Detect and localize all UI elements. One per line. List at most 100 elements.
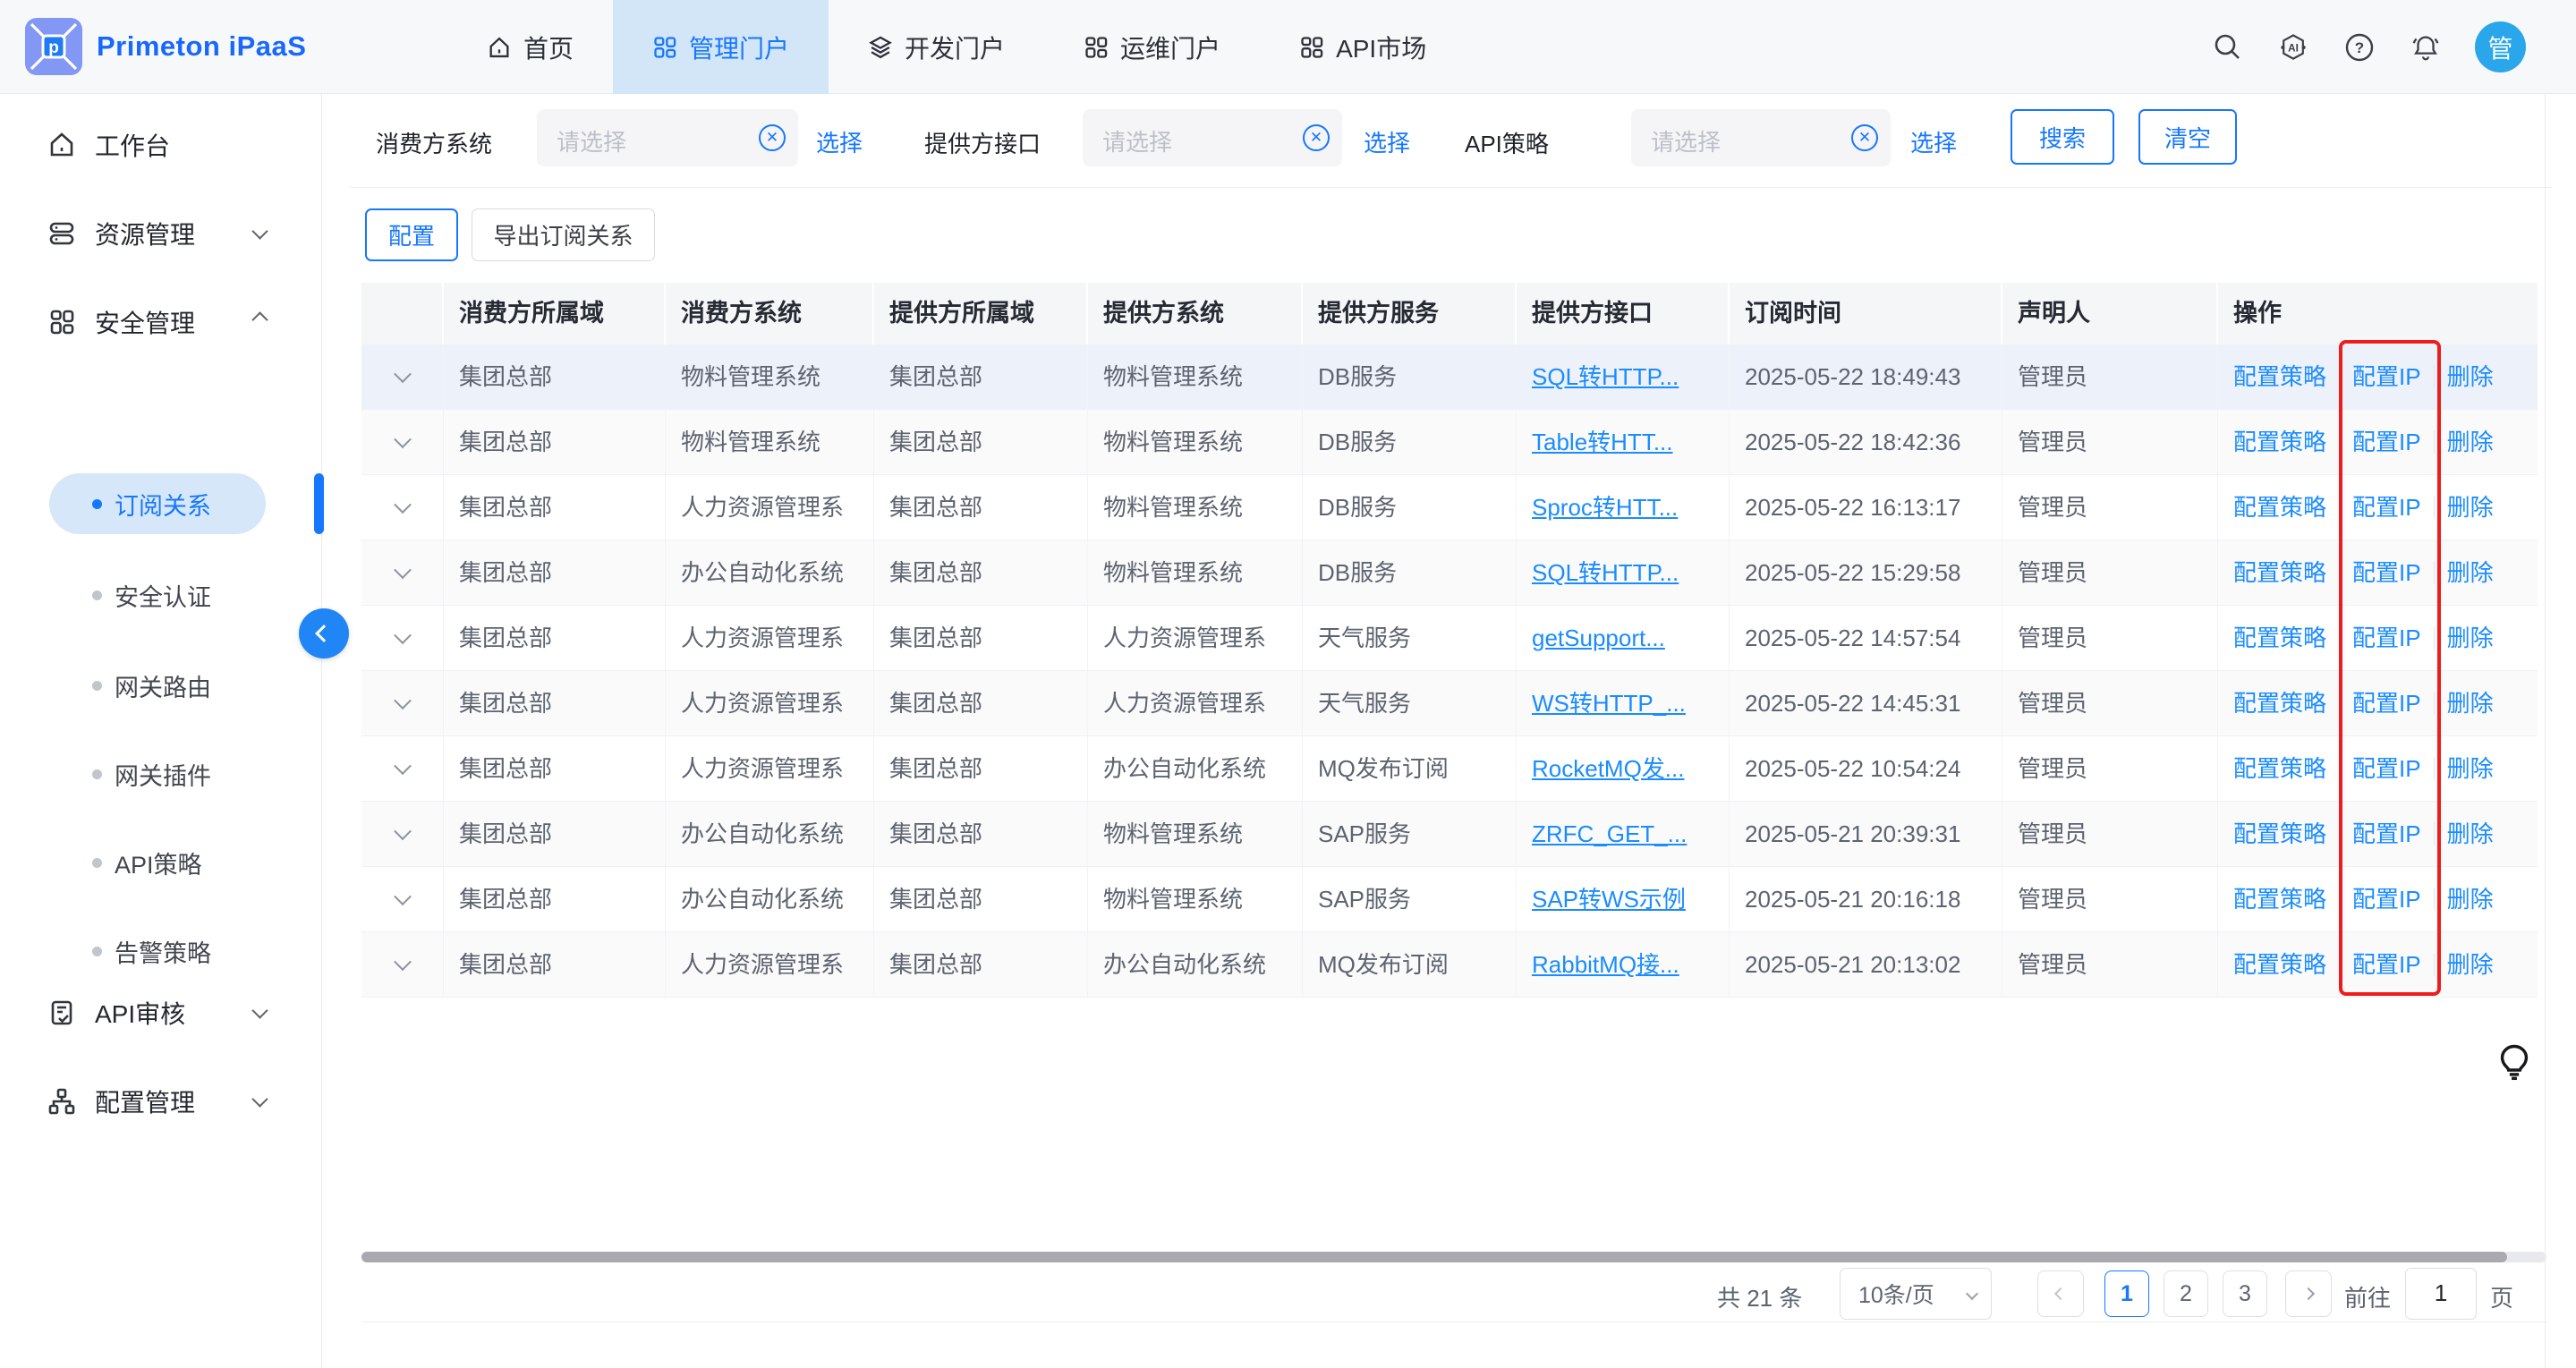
sidebar-item-gateway-plugin[interactable]: 网关插件 — [0, 747, 322, 801]
row-expand-icon[interactable] — [394, 626, 412, 644]
configure-policy-link[interactable]: 配置策略 — [2233, 540, 2326, 605]
sidebar-item-api-audit[interactable]: API审核 — [0, 984, 322, 1041]
table-row[interactable]: 集团总部 物料管理系统 集团总部 物料管理系统 DB服务 SQL转HTTP...… — [361, 344, 2538, 410]
configure-button[interactable]: 配置 — [365, 208, 458, 261]
configure-policy-link[interactable]: 配置策略 — [2233, 475, 2326, 540]
delete-link[interactable]: 删除 — [2447, 736, 2494, 801]
sidebar-item-subscription[interactable]: 订阅关系 — [0, 477, 322, 531]
provider-interface-link[interactable]: Sproc转HTT... — [1532, 494, 1678, 521]
clear-input-icon[interactable]: ✕ — [1303, 124, 1330, 151]
provider-interface-link[interactable]: RocketMQ发... — [1532, 755, 1684, 782]
prev-page-button[interactable] — [2037, 1270, 2084, 1317]
row-expand-icon[interactable] — [394, 430, 412, 448]
horizontal-scrollbar-track[interactable] — [361, 1252, 2546, 1262]
consumer-system-input[interactable]: 请选择 ✕ — [537, 109, 798, 166]
api-policy-input[interactable]: 请选择 ✕ — [1631, 109, 1891, 166]
goto-page-input[interactable]: 1 — [2405, 1268, 2477, 1320]
provider-interface-link[interactable]: SQL转HTTP... — [1532, 363, 1679, 390]
clear-input-icon[interactable]: ✕ — [759, 124, 786, 151]
lightbulb-helper-icon[interactable] — [2495, 1041, 2534, 1081]
user-avatar[interactable]: 管 — [2475, 21, 2526, 72]
page-button-2[interactable]: 2 — [2164, 1270, 2208, 1317]
sidebar-item-workbench[interactable]: 工作台 — [0, 116, 322, 174]
configure-policy-link[interactable]: 配置策略 — [2233, 867, 2326, 931]
tab-ops-portal[interactable]: 运维门户 — [1044, 0, 1260, 94]
configure-policy-link[interactable]: 配置策略 — [2233, 736, 2326, 801]
provider-interface-input[interactable]: 请选择 ✕ — [1083, 109, 1342, 166]
provider-interface-link[interactable]: getSupport... — [1532, 625, 1665, 651]
configure-ip-link[interactable]: 配置IP — [2352, 540, 2421, 605]
tab-api-market[interactable]: API市场 — [1260, 0, 1466, 94]
configure-policy-link[interactable]: 配置策略 — [2233, 671, 2326, 735]
row-expand-icon[interactable] — [394, 757, 412, 775]
table-row[interactable]: 集团总部 物料管理系统 集团总部 物料管理系统 DB服务 Table转HTT..… — [361, 410, 2538, 475]
delete-link[interactable]: 删除 — [2447, 344, 2494, 409]
provider-interface-link[interactable]: RabbitMQ接... — [1532, 951, 1679, 978]
row-expand-icon[interactable] — [394, 692, 412, 709]
configure-policy-link[interactable]: 配置策略 — [2233, 802, 2326, 866]
clear-input-icon[interactable]: ✕ — [1851, 124, 1878, 151]
delete-link[interactable]: 删除 — [2447, 540, 2494, 605]
help-icon[interactable]: ? — [2342, 30, 2376, 64]
configure-ip-link[interactable]: 配置IP — [2352, 736, 2421, 801]
export-subscriptions-button[interactable]: 导出订阅关系 — [472, 208, 655, 261]
ai-assistant-icon[interactable]: AI — [2276, 30, 2310, 64]
configure-ip-link[interactable]: 配置IP — [2352, 475, 2421, 540]
provider-interface-link[interactable]: WS转HTTP_... — [1532, 690, 1686, 717]
provider-interface-select-link[interactable]: 选择 — [1364, 125, 1410, 158]
sidebar-item-api-policy[interactable]: API策略 — [0, 836, 322, 889]
row-expand-icon[interactable] — [394, 953, 412, 971]
configure-policy-link[interactable]: 配置策略 — [2233, 606, 2326, 670]
provider-interface-link[interactable]: ZRFC_GET_... — [1532, 820, 1687, 847]
configure-policy-link[interactable]: 配置策略 — [2233, 932, 2326, 997]
table-row[interactable]: 集团总部 人力资源管理系 集团总部 办公自动化系统 MQ发布订阅 RabbitM… — [361, 932, 2538, 998]
row-expand-icon[interactable] — [394, 888, 412, 905]
delete-link[interactable]: 删除 — [2447, 475, 2494, 540]
sidebar-item-alert-policy[interactable]: 告警策略 — [0, 924, 322, 978]
configure-ip-link[interactable]: 配置IP — [2352, 671, 2421, 735]
provider-interface-link[interactable]: SQL转HTTP... — [1532, 559, 1679, 586]
tab-dev-portal[interactable]: 开发门户 — [829, 0, 1044, 94]
configure-ip-link[interactable]: 配置IP — [2352, 932, 2421, 997]
delete-link[interactable]: 删除 — [2447, 671, 2494, 735]
row-expand-icon[interactable] — [394, 561, 412, 579]
configure-ip-link[interactable]: 配置IP — [2352, 867, 2421, 931]
table-row[interactable]: 集团总部 人力资源管理系 集团总部 物料管理系统 DB服务 Sproc转HTT.… — [361, 475, 2538, 540]
configure-policy-link[interactable]: 配置策略 — [2233, 344, 2326, 409]
page-button-3[interactable]: 3 — [2223, 1270, 2267, 1317]
search-button[interactable]: 搜索 — [2011, 109, 2114, 165]
table-row[interactable]: 集团总部 办公自动化系统 集团总部 物料管理系统 DB服务 SQL转HTTP..… — [361, 540, 2538, 606]
search-icon[interactable] — [2210, 30, 2244, 64]
delete-link[interactable]: 删除 — [2447, 802, 2494, 866]
row-expand-icon[interactable] — [394, 365, 412, 383]
consumer-system-select-link[interactable]: 选择 — [816, 125, 863, 158]
configure-policy-link[interactable]: 配置策略 — [2233, 410, 2326, 474]
page-button-1[interactable]: 1 — [2104, 1270, 2149, 1317]
sidebar-collapse-toggle[interactable] — [299, 608, 349, 659]
table-row[interactable]: 集团总部 人力资源管理系 集团总部 办公自动化系统 MQ发布订阅 RocketM… — [361, 736, 2538, 802]
delete-link[interactable]: 删除 — [2447, 606, 2494, 670]
api-policy-select-link[interactable]: 选择 — [1910, 125, 1957, 158]
configure-ip-link[interactable]: 配置IP — [2352, 606, 2421, 670]
delete-link[interactable]: 删除 — [2447, 867, 2494, 931]
tab-admin-portal[interactable]: 管理门户 — [613, 0, 829, 94]
row-expand-icon[interactable] — [394, 822, 412, 840]
table-row[interactable]: 集团总部 人力资源管理系 集团总部 人力资源管理系 天气服务 getSuppor… — [361, 606, 2538, 671]
sidebar-item-security-mgmt[interactable]: 安全管理 — [0, 293, 322, 351]
configure-ip-link[interactable]: 配置IP — [2352, 802, 2421, 866]
table-row[interactable]: 集团总部 办公自动化系统 集团总部 物料管理系统 SAP服务 ZRFC_GET_… — [361, 802, 2538, 867]
delete-link[interactable]: 删除 — [2447, 932, 2494, 997]
configure-ip-link[interactable]: 配置IP — [2352, 344, 2421, 409]
row-expand-icon[interactable] — [394, 496, 412, 514]
provider-interface-link[interactable]: SAP转WS示例 — [1532, 886, 1686, 913]
notification-bell-icon[interactable] — [2409, 30, 2443, 64]
clear-button[interactable]: 清空 — [2138, 109, 2237, 165]
delete-link[interactable]: 删除 — [2447, 410, 2494, 474]
horizontal-scrollbar-thumb[interactable] — [361, 1252, 2507, 1262]
table-row[interactable]: 集团总部 办公自动化系统 集团总部 物料管理系统 SAP服务 SAP转WS示例 … — [361, 867, 2538, 932]
tab-home[interactable]: 首页 — [447, 0, 613, 94]
provider-interface-link[interactable]: Table转HTT... — [1532, 429, 1673, 455]
sidebar-item-gateway-route[interactable]: 网关路由 — [0, 659, 322, 712]
configure-ip-link[interactable]: 配置IP — [2352, 410, 2421, 474]
table-row[interactable]: 集团总部 人力资源管理系 集团总部 人力资源管理系 天气服务 WS转HTTP_.… — [361, 671, 2538, 736]
